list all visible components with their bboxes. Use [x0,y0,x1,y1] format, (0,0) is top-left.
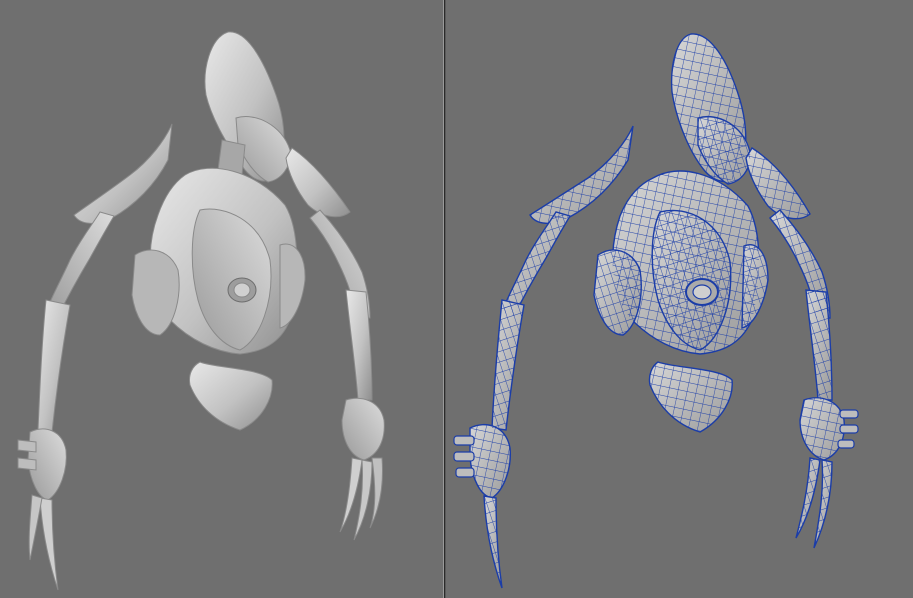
left-forearm [37,299,71,433]
creature-model-wireframe [453,33,859,589]
left-shoulder [73,123,173,224]
pelvis [189,361,273,431]
left-finger-2 [17,457,37,471]
viewport-shaded[interactable] [0,0,443,598]
right-hand [341,397,385,461]
left-claw-2 [28,494,43,561]
creature-model-shaded [17,31,385,591]
side-pod-right [279,243,306,329]
viewport-wireframe[interactable] [446,0,913,598]
viewport-split [0,0,913,598]
right-shoulder [285,147,351,218]
left-claw-1 [39,497,59,591]
left-upper-arm [45,211,115,317]
left-finger-1 [17,439,37,453]
